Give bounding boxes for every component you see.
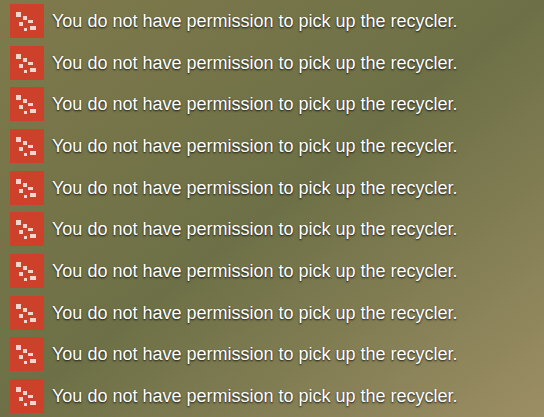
game-logo-icon xyxy=(10,4,44,38)
notification-row: You do not have permission to pick up th… xyxy=(0,0,544,42)
game-logo-icon xyxy=(10,337,44,371)
notification-row: You do not have permission to pick up th… xyxy=(0,125,544,167)
game-logo-icon xyxy=(10,171,44,205)
notification-list: You do not have permission to pick up th… xyxy=(0,0,544,417)
notification-text: You do not have permission to pick up th… xyxy=(52,385,458,407)
notification-row: You do not have permission to pick up th… xyxy=(0,250,544,292)
game-logo-icon xyxy=(10,296,44,330)
notification-row: You do not have permission to pick up th… xyxy=(0,334,544,376)
notification-row: You do not have permission to pick up th… xyxy=(0,209,544,251)
game-logo-icon xyxy=(10,379,44,413)
notification-text: You do not have permission to pick up th… xyxy=(52,10,458,32)
notification-row: You do not have permission to pick up th… xyxy=(0,83,544,125)
notification-text: You do not have permission to pick up th… xyxy=(52,177,458,199)
notification-row: You do not have permission to pick up th… xyxy=(0,167,544,209)
notification-text: You do not have permission to pick up th… xyxy=(52,302,458,324)
game-logo-icon xyxy=(10,87,44,121)
notification-text: You do not have permission to pick up th… xyxy=(52,218,458,240)
notification-row: You do not have permission to pick up th… xyxy=(0,42,544,84)
notification-row: You do not have permission to pick up th… xyxy=(0,292,544,334)
notification-text: You do not have permission to pick up th… xyxy=(52,260,458,282)
game-logo-icon xyxy=(10,46,44,80)
game-logo-icon xyxy=(10,212,44,246)
game-logo-icon xyxy=(10,254,44,288)
notification-row: You do not have permission to pick up th… xyxy=(0,375,544,417)
game-logo-icon xyxy=(10,129,44,163)
notification-text: You do not have permission to pick up th… xyxy=(52,343,458,365)
notification-text: You do not have permission to pick up th… xyxy=(52,93,458,115)
notification-text: You do not have permission to pick up th… xyxy=(52,135,458,157)
notification-text: You do not have permission to pick up th… xyxy=(52,52,458,74)
game-screen: You do not have permission to pick up th… xyxy=(0,0,544,417)
